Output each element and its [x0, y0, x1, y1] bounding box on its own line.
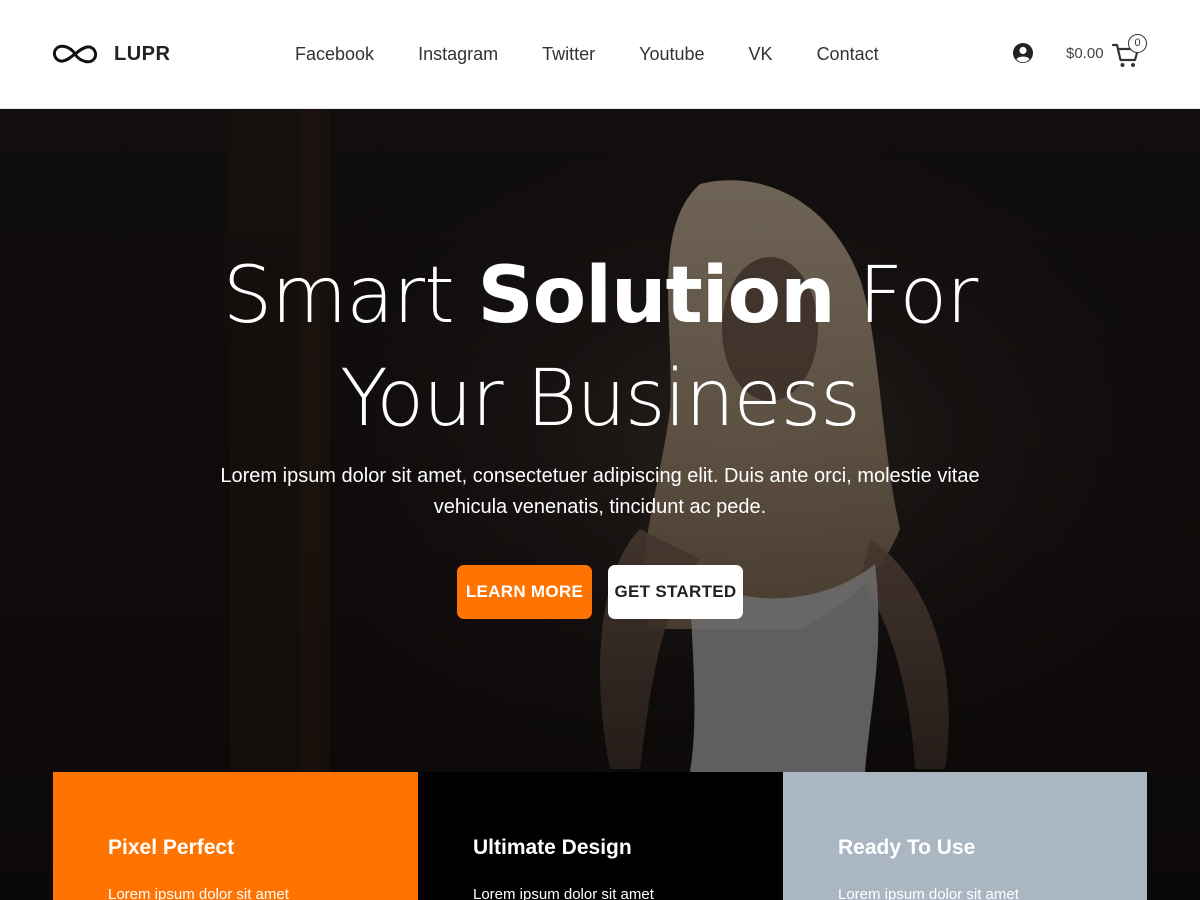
feature-card-title: Pixel Perfect [108, 836, 235, 859]
feature-card-text: Lorem ipsum dolor sit amet [108, 886, 289, 900]
feature-card-title: Ready To Use [838, 836, 976, 859]
nav-item-facebook[interactable]: Facebook [295, 41, 374, 67]
nav-item-vk[interactable]: VK [749, 41, 773, 67]
site-header: LUPR Facebook Instagram Twitter Youtube … [0, 0, 1200, 109]
cart-count-badge: 0 [1128, 34, 1147, 53]
nav-item-contact[interactable]: Contact [817, 41, 879, 67]
nav-item-instagram[interactable]: Instagram [418, 41, 498, 67]
hero-title-line2: Your Business [340, 354, 861, 444]
hero-description: Lorem ipsum dolor sit amet, consectetuer… [220, 465, 980, 518]
get-started-button[interactable]: GET STARTED [608, 565, 743, 619]
feature-card-ready-to-use: Ready To Use Lorem ipsum dolor sit amet [783, 772, 1147, 900]
brand-name: LUPR [114, 42, 171, 65]
brand-logo[interactable]: LUPR [52, 38, 170, 70]
cart-total[interactable]: $0.00 [1066, 45, 1104, 62]
feature-card-text: Lorem ipsum dolor sit amet [473, 886, 654, 900]
nav-item-youtube[interactable]: Youtube [639, 41, 704, 67]
hero-title-regular-end: For [834, 251, 978, 341]
hero-title-line1: Smart Solution For [0, 244, 1200, 348]
main-nav: Facebook Instagram Twitter Youtube VK Co… [295, 41, 879, 67]
user-circle-icon[interactable] [1012, 42, 1034, 64]
nav-item-twitter[interactable]: Twitter [542, 41, 595, 67]
infinity-icon [52, 44, 98, 64]
hero-title-bold: Solution [477, 251, 835, 341]
learn-more-button[interactable]: LEARN MORE [457, 565, 592, 619]
feature-card-title: Ultimate Design [473, 836, 632, 859]
feature-card-pixel-perfect: Pixel Perfect Lorem ipsum dolor sit amet [53, 772, 418, 900]
feature-card-text: Lorem ipsum dolor sit amet [838, 886, 1019, 900]
feature-card-ultimate-design: Ultimate Design Lorem ipsum dolor sit am… [418, 772, 783, 900]
hero-title-regular: Smart [222, 251, 478, 341]
